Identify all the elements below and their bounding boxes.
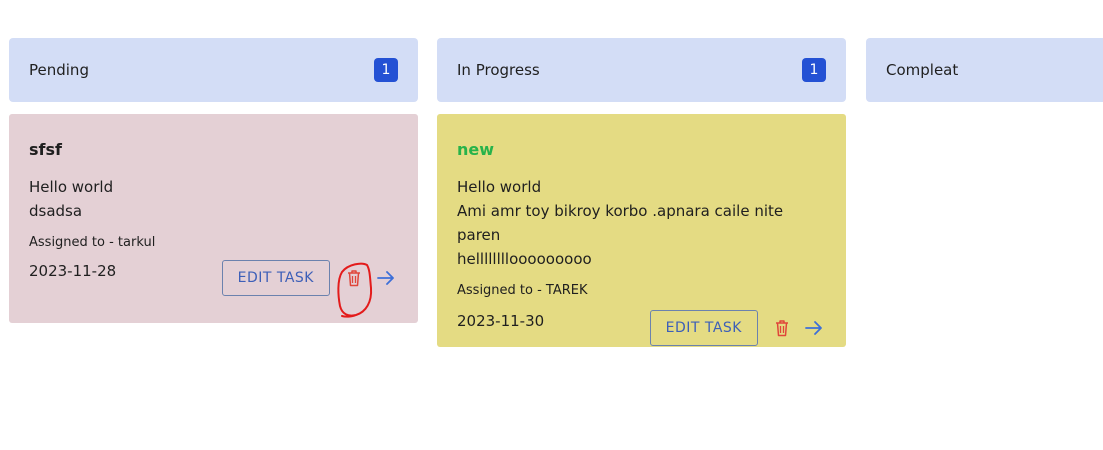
- task-footer: 2023-11-30 EDIT TASK: [457, 310, 826, 346]
- column-header-pending: Pending 1: [9, 38, 418, 102]
- trash-icon: [776, 320, 788, 337]
- kanban-board: Pending 1 sfsf Hello world dsadsa Assign…: [0, 0, 1103, 450]
- column-title: In Progress: [457, 61, 540, 79]
- task-description: Hello world Ami amr toy bikroy korbo .ap…: [457, 175, 826, 271]
- edit-task-button[interactable]: EDIT TASK: [649, 310, 758, 346]
- task-description-line: hellllllllooooooooo: [457, 250, 592, 268]
- column-header-complete: Compleat: [866, 38, 1103, 102]
- task-title: new: [457, 140, 495, 159]
- column-title: Pending: [29, 61, 89, 79]
- task-count-badge: 1: [802, 58, 826, 82]
- move-task-button[interactable]: [802, 316, 826, 340]
- arrow-right-icon: [377, 271, 394, 285]
- task-footer: 2023-11-28 EDIT TASK: [29, 260, 398, 296]
- task-description: Hello world dsadsa: [29, 175, 398, 223]
- task-assignee: Assigned to - TAREK: [457, 283, 588, 298]
- edit-task-button[interactable]: EDIT TASK: [221, 260, 330, 296]
- task-assignee: Assigned to - tarkul: [29, 235, 156, 250]
- column-pending: Pending 1 sfsf Hello world dsadsa Assign…: [9, 38, 418, 323]
- task-description-line: Hello world: [457, 178, 542, 196]
- task-description-line: Ami amr toy bikroy korbo .apnara caile n…: [457, 202, 784, 244]
- delete-task-button[interactable]: [342, 266, 366, 290]
- task-due-date: 2023-11-28: [29, 262, 117, 280]
- task-card: sfsf Hello world dsadsa Assigned to - ta…: [9, 114, 418, 323]
- task-actions: EDIT TASK: [221, 260, 398, 296]
- task-card: new Hello world Ami amr toy bikroy korbo…: [437, 114, 846, 347]
- task-count-badge: 1: [374, 58, 398, 82]
- column-title: Compleat: [886, 61, 959, 79]
- arrow-right-icon: [805, 321, 822, 335]
- move-task-button[interactable]: [374, 266, 398, 290]
- delete-task-button[interactable]: [770, 316, 794, 340]
- column-complete: Compleat: [866, 38, 1103, 102]
- task-actions: EDIT TASK: [649, 310, 826, 346]
- trash-icon: [348, 270, 360, 287]
- column-header-in-progress: In Progress 1: [437, 38, 846, 102]
- task-title: sfsf: [29, 140, 62, 159]
- task-due-date: 2023-11-30: [457, 312, 545, 330]
- column-in-progress: In Progress 1 new Hello world Ami amr to…: [437, 38, 846, 347]
- task-description-line: Hello world: [29, 178, 114, 196]
- task-description-line: dsadsa: [29, 202, 83, 220]
